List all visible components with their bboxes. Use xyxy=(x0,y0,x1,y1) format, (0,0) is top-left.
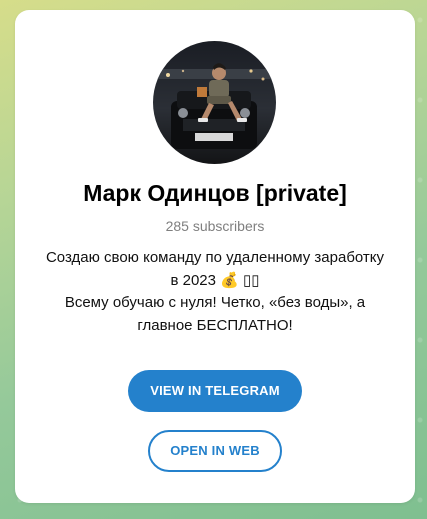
description-line: Создаю свою команду по удаленному зарабо… xyxy=(45,249,385,266)
channel-card: Марк Одинцов [private] 285 subscribers С… xyxy=(15,10,415,503)
avatar-photo xyxy=(153,41,276,164)
description-line: главное БЕСПЛАТНО! xyxy=(137,316,293,334)
description-line: в 2023 💰 ▯▯ xyxy=(170,271,260,289)
channel-description: Создаю свою команду по удаленному зарабо… xyxy=(35,247,395,337)
channel-title: Марк Одинцов [private] xyxy=(83,180,347,206)
description-line: Всему обучаю с нуля! Четко, «без воды», … xyxy=(64,294,366,311)
subscriber-count: 285 subscribers xyxy=(165,218,265,234)
channel-avatar xyxy=(153,41,276,164)
view-in-telegram-button[interactable]: VIEW IN TELEGRAM xyxy=(128,370,302,412)
open-in-web-button[interactable]: OPEN IN WEB xyxy=(148,430,282,472)
